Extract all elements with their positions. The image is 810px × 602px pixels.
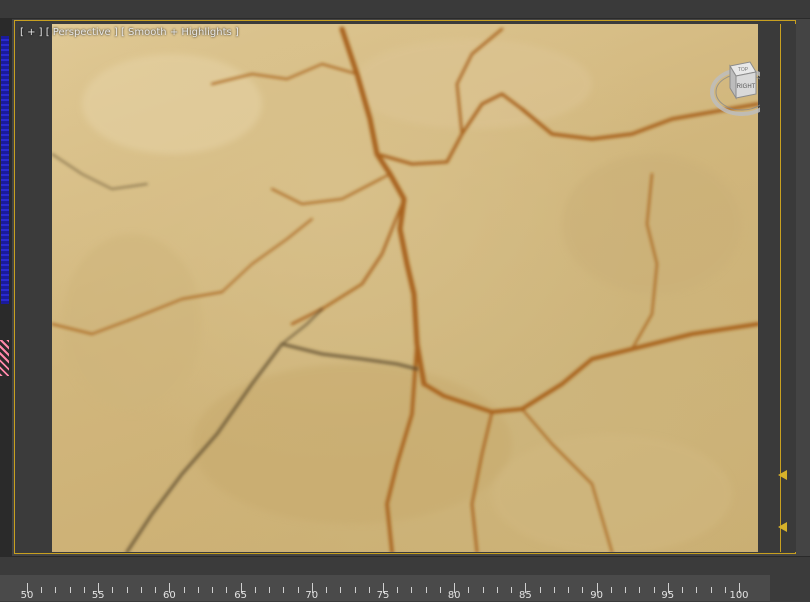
timeline-minor-tick xyxy=(112,587,114,593)
timeline-bar: 50 55 60 65 70 75 80 85 90 95 100 xyxy=(0,556,810,602)
timeline-minor-tick xyxy=(183,587,185,593)
timeline-minor-tick xyxy=(653,587,655,593)
timeline-minor-tick xyxy=(582,587,584,593)
viewport-render-surface[interactable] xyxy=(52,24,758,552)
timeline-minor-tick xyxy=(553,587,555,593)
timeline-minor-tick xyxy=(682,587,684,593)
timeline-minor-tick xyxy=(226,587,228,593)
timeline-minor-tick xyxy=(269,587,271,593)
viewcube-top-label: TOP xyxy=(738,67,749,73)
timeline-frame-label: 70 xyxy=(305,590,319,601)
timeline-frame-label: 75 xyxy=(376,590,390,601)
timeline-minor-tick xyxy=(496,587,498,593)
timeline-minor-tick xyxy=(568,587,570,593)
timeline-minor-tick xyxy=(610,587,612,593)
timeline-minor-tick xyxy=(41,587,43,593)
timeline-minor-tick xyxy=(511,587,513,593)
viewport-top-bar xyxy=(0,0,810,19)
left-side-panel xyxy=(0,18,12,558)
scene-thumbnail-pink xyxy=(0,340,9,376)
timeline-minor-tick xyxy=(254,587,256,593)
timeline-minor-tick xyxy=(55,587,57,593)
timeline-minor-tick xyxy=(696,587,698,593)
timeline-minor-tick xyxy=(539,587,541,593)
timeline-minor-tick xyxy=(425,587,427,593)
timeline-minor-tick xyxy=(83,587,85,593)
timeline-minor-tick xyxy=(439,587,441,593)
timeline-frame-label: 100 xyxy=(729,590,749,601)
timeline-frame-label: 55 xyxy=(91,590,105,601)
timeline-minor-tick xyxy=(482,587,484,593)
viewport-label[interactable]: [ + ] [ Perspective ] [ Smooth + Highlig… xyxy=(20,27,239,38)
timeline-frame-label: 85 xyxy=(519,590,532,601)
timeline-minor-tick xyxy=(340,587,342,593)
timeline-frame-label: 80 xyxy=(447,590,461,601)
timeline-minor-tick xyxy=(411,587,413,593)
timeline-frame-label: 65 xyxy=(234,590,247,601)
timeline-minor-tick xyxy=(468,587,470,593)
timeline-minor-tick xyxy=(283,587,285,593)
timeline-minor-tick xyxy=(354,587,356,593)
timeline-minor-tick xyxy=(368,587,370,593)
key-marker-icon[interactable] xyxy=(778,470,787,480)
timeline-frame-label: 60 xyxy=(163,590,176,601)
timeline-minor-tick xyxy=(710,587,712,593)
timeline-frame-label: 90 xyxy=(590,590,603,601)
timeline-minor-tick xyxy=(297,587,299,593)
key-marker-icon[interactable] xyxy=(778,522,787,532)
timeline-minor-tick xyxy=(639,587,641,593)
timeline-minor-tick xyxy=(126,587,128,593)
cracked-ground-texture xyxy=(52,26,758,552)
timeline-minor-tick xyxy=(155,587,157,593)
timeline-frame-label: 95 xyxy=(661,590,675,601)
timeline-minor-tick xyxy=(397,587,399,593)
scene-thumbnail-blue xyxy=(1,36,9,304)
timeline-frame-label: 50 xyxy=(20,590,34,601)
timeline-minor-tick xyxy=(69,587,71,593)
viewcube-face-label: RIGHT xyxy=(737,84,756,90)
timeline-ruler[interactable]: 50 55 60 65 70 75 80 85 90 95 100 xyxy=(0,575,770,601)
timeline-minor-tick xyxy=(212,587,214,593)
timeline-minor-tick xyxy=(197,587,199,593)
timeline-minor-tick xyxy=(724,587,726,593)
timeline-minor-tick xyxy=(326,587,328,593)
right-gutter xyxy=(760,24,796,552)
timeline-minor-tick xyxy=(625,587,627,593)
timeline-minor-tick xyxy=(140,587,142,593)
